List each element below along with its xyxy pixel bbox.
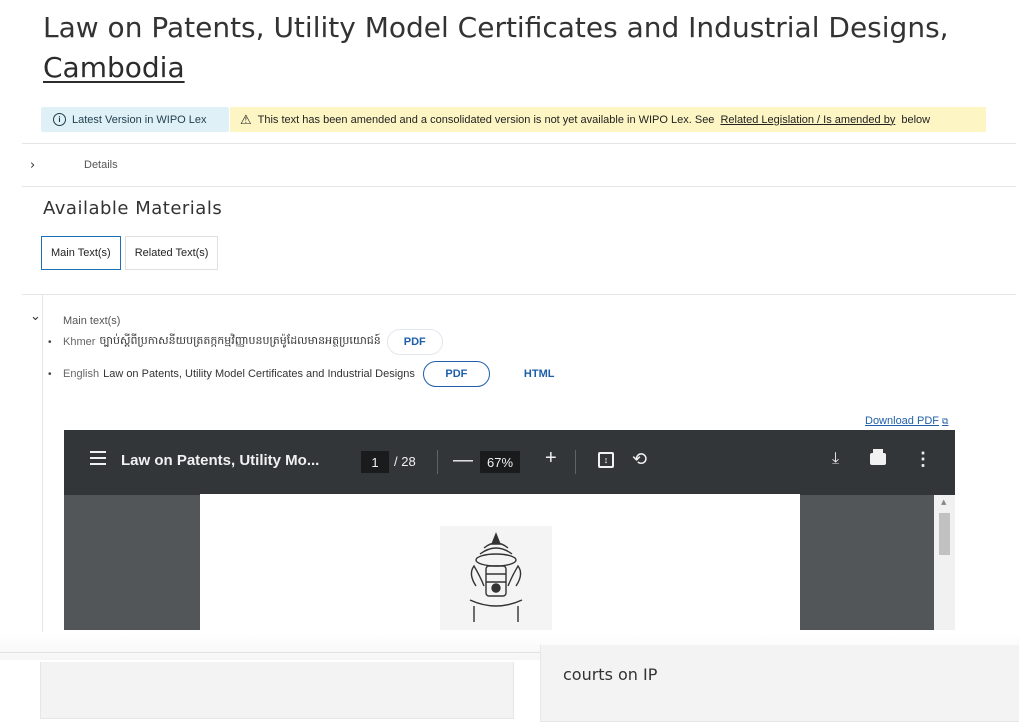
emblem-image bbox=[440, 526, 552, 630]
amended-notice-suffix: below bbox=[901, 113, 931, 126]
chevron-down-icon[interactable]: ⌄ bbox=[30, 309, 41, 324]
zoom-level-input[interactable]: 67% bbox=[480, 451, 520, 473]
page-title-country-link[interactable]: Cambodia bbox=[43, 51, 185, 84]
scroll-up-icon[interactable]: ▲ bbox=[941, 498, 946, 506]
amended-notice-banner: ⚠ This text has been amended and a conso… bbox=[230, 107, 986, 132]
latest-version-badge: i Latest Version in WIPO Lex bbox=[41, 107, 229, 132]
document-row-english: • English Law on Patents, Utility Model … bbox=[48, 361, 554, 387]
page-total: / 28 bbox=[394, 454, 416, 469]
download-pdf-label: Download PDF bbox=[865, 415, 939, 427]
scroll-thumb[interactable] bbox=[939, 513, 950, 555]
print-icon[interactable] bbox=[870, 449, 886, 465]
document-title: Law on Patents, Utility Model Certificat… bbox=[103, 368, 415, 380]
bottom-card-text: courts on IP bbox=[563, 665, 658, 684]
english-html-button[interactable]: HTML bbox=[524, 368, 555, 380]
menu-icon[interactable] bbox=[90, 451, 106, 469]
document-language: Khmer bbox=[63, 336, 96, 348]
details-accordion[interactable]: › Details bbox=[22, 143, 1016, 187]
zoom-in-icon[interactable]: + bbox=[545, 447, 557, 470]
pdf-toolbar: Law on Patents, Utility Mo... 1 / 28 — 6… bbox=[64, 430, 955, 495]
external-link-icon: ⧉ bbox=[941, 416, 949, 426]
materials-tabs: Main Text(s) Related Text(s) bbox=[41, 236, 219, 270]
list-bullet: • bbox=[48, 368, 52, 380]
khmer-pdf-button[interactable]: PDF bbox=[386, 329, 443, 355]
document-row-khmer: • Khmer ច្បាប់ស្ដីពីប្រកាសនីយបត្រតក្កកម្… bbox=[48, 329, 443, 355]
english-pdf-button[interactable]: PDF bbox=[422, 361, 490, 387]
page-title: Law on Patents, Utility Model Certificat… bbox=[43, 8, 983, 88]
toolbar-divider bbox=[437, 450, 438, 474]
pdf-page bbox=[200, 494, 800, 630]
toolbar-divider bbox=[575, 450, 576, 474]
available-materials-heading: Available Materials bbox=[43, 198, 223, 219]
latest-version-label: Latest Version in WIPO Lex bbox=[72, 113, 207, 126]
warning-icon: ⚠ bbox=[240, 111, 252, 127]
page-title-main: Law on Patents, Utility Model Certificat… bbox=[43, 11, 949, 44]
zoom-out-icon[interactable]: — bbox=[453, 449, 473, 472]
details-label: Details bbox=[84, 159, 118, 171]
rotate-icon[interactable]: ⟲ bbox=[632, 449, 647, 470]
related-legislation-link[interactable]: Related Legislation / Is amended by bbox=[720, 114, 895, 126]
list-bullet: • bbox=[48, 336, 52, 348]
panel-left-border bbox=[42, 295, 43, 634]
tab-related-texts[interactable]: Related Text(s) bbox=[124, 236, 219, 270]
amended-notice-text: This text has been amended and a consoli… bbox=[257, 113, 715, 126]
document-language: English bbox=[63, 368, 100, 380]
main-texts-label: Main text(s) bbox=[63, 315, 121, 327]
tab-main-texts[interactable]: Main Text(s) bbox=[41, 236, 121, 270]
download-icon[interactable]: ⤓ bbox=[832, 450, 839, 468]
pdf-doc-title: Law on Patents, Utility Mo... bbox=[121, 452, 320, 469]
fit-page-icon[interactable]: ↕ bbox=[598, 452, 614, 468]
page-number-input[interactable]: 1 bbox=[361, 451, 389, 473]
bottom-card-left[interactable] bbox=[40, 662, 514, 719]
chevron-right-icon[interactable]: › bbox=[22, 158, 50, 173]
download-pdf-link[interactable]: Download PDF ⧉ bbox=[865, 415, 948, 427]
more-icon[interactable]: ⋮ bbox=[914, 449, 932, 470]
info-icon: i bbox=[53, 113, 66, 126]
pdf-viewer[interactable]: Law on Patents, Utility Mo... 1 / 28 — 6… bbox=[64, 430, 955, 630]
pdf-scrollbar[interactable]: ▲ bbox=[934, 495, 955, 630]
document-title: ច្បាប់ស្ដីពីប្រកាសនីយបត្រតក្កកម្មវិញ្ញាប… bbox=[99, 334, 381, 347]
bottom-card-right[interactable]: courts on IP bbox=[540, 645, 1019, 722]
